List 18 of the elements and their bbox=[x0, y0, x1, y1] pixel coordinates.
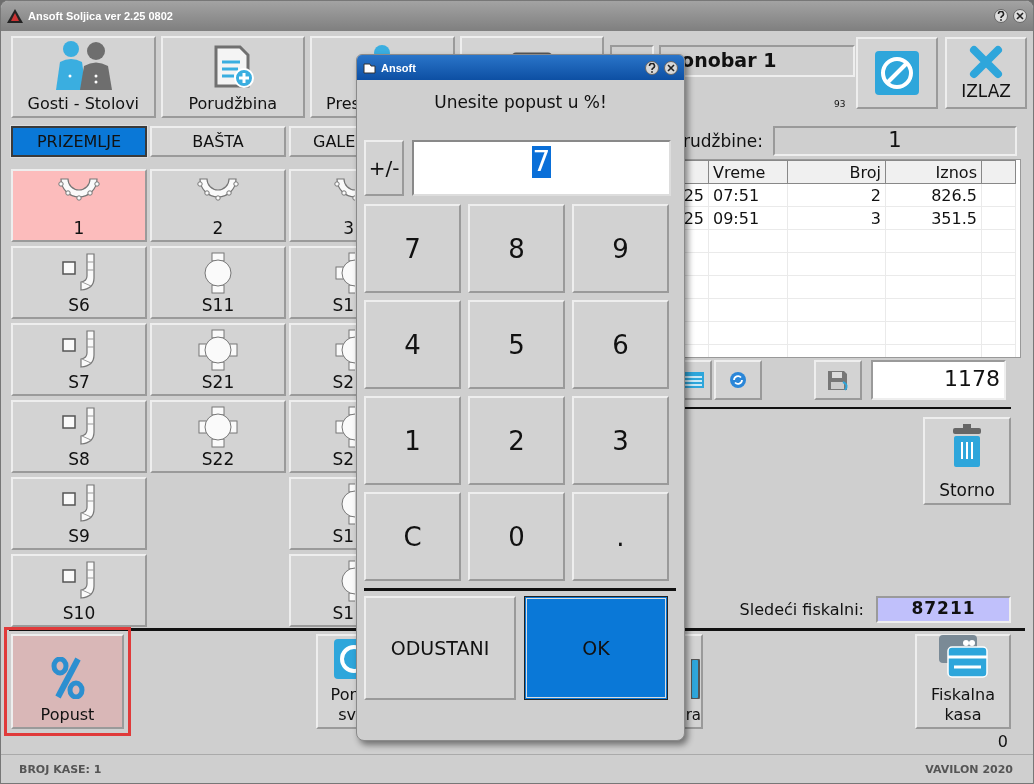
table-cell: 09:51 bbox=[708, 206, 788, 230]
fiscal-label: Sledeći fiskalni: bbox=[739, 600, 864, 619]
version-text: VAVILON 2020 bbox=[925, 762, 1013, 776]
table-cell: 2 bbox=[787, 183, 886, 207]
table-cell: 3 bbox=[787, 206, 886, 230]
table-cell: 07:51 bbox=[708, 183, 788, 207]
table-cell: 826.5 bbox=[885, 183, 982, 207]
total-field: 1178 bbox=[871, 360, 1006, 400]
orders-count: 1 bbox=[773, 126, 1017, 156]
prompt-text: Unesite popust u %! bbox=[433, 92, 608, 114]
dialog-title: Ansoft bbox=[381, 61, 417, 74]
window-title: Ansoft Soljica ver 2.25 0802 bbox=[28, 10, 174, 22]
fiscal-number: 87211 bbox=[876, 596, 1011, 623]
register-number: BROJ KASE: 1 bbox=[19, 762, 102, 776]
table-cell: 351.5 bbox=[885, 206, 982, 230]
orders-label: rudžbine: bbox=[682, 131, 764, 151]
waiter-code: 93 bbox=[833, 99, 846, 109]
counter-text: 0 bbox=[996, 732, 1009, 753]
